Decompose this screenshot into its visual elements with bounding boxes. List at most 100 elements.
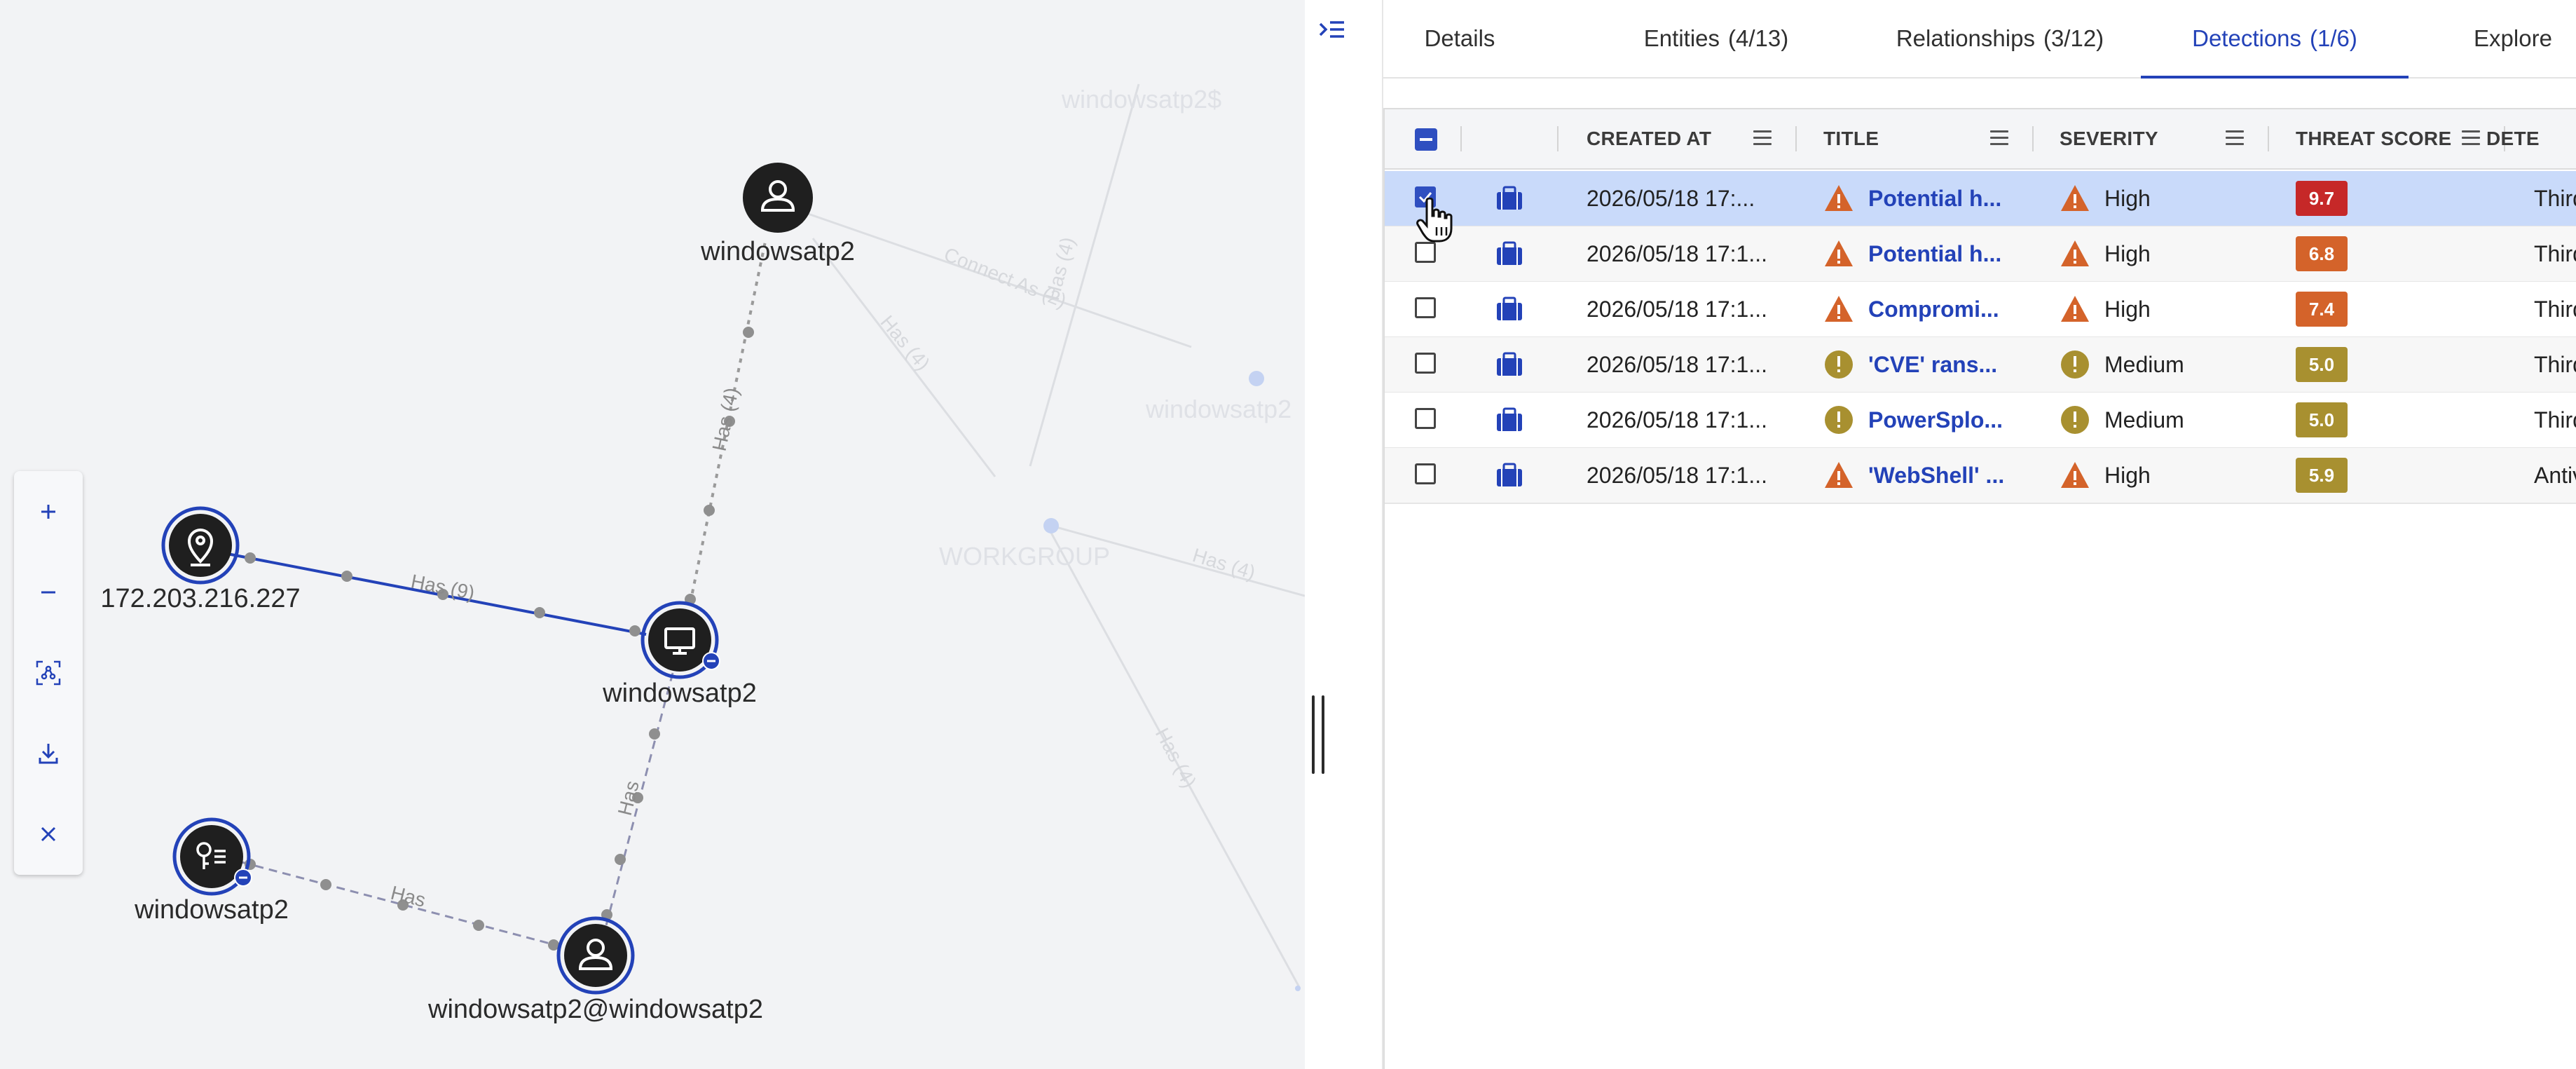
- zoom-out-icon: [41, 591, 55, 594]
- case-cell[interactable]: [1495, 171, 1523, 226]
- title-cell: 'CVE' rans...: [1823, 337, 1997, 392]
- edge-point: [473, 920, 484, 931]
- table-row[interactable]: 2026/05/18 17:1... 'WebShell' ... High 5.9 A…: [1385, 448, 2576, 504]
- table-row[interactable]: 2026/05/18 17:1... Potential h... High 6.8 T…: [1385, 226, 2576, 282]
- tab-label: Entities: [1643, 25, 1720, 51]
- node-label: windowsatp2: [134, 895, 289, 925]
- case-cell[interactable]: [1495, 393, 1523, 447]
- column-header-severity[interactable]: SEVERITY: [2060, 109, 2158, 168]
- tab-details[interactable]: Details: [1383, 0, 1536, 77]
- threat-score-badge: 5.9: [2296, 458, 2348, 493]
- warning-triangle-icon: [2061, 462, 2089, 488]
- exclamation-circle-icon: [1825, 406, 1853, 434]
- detection-title-link[interactable]: 'WebShell' ...: [1868, 463, 2004, 489]
- severity-label: High: [2104, 296, 2151, 322]
- edge-point: [649, 728, 660, 740]
- tab-bar: Details Entities (4/13) Relationships (3/1…: [1383, 0, 2576, 79]
- faded-edge-label: Has (4): [1041, 235, 1079, 303]
- case-cell[interactable]: [1495, 448, 1523, 503]
- details-panel: Details Entities (4/13) Relationships (3/1…: [1382, 0, 2576, 1069]
- created-at-cell: 2026/05/18 17:1...: [1587, 351, 1767, 377]
- row-checkbox[interactable]: [1415, 353, 1436, 374]
- title-cell: PowerSplo...: [1823, 393, 2003, 447]
- severity-label: Medium: [2104, 407, 2184, 433]
- graph-node-user-top[interactable]: windowsatp2: [700, 163, 855, 266]
- tab-explore[interactable]: Explore: [2448, 0, 2576, 77]
- graph-canvas[interactable]: Connect As (2) Has (4) Has (4) Has (4) H…: [0, 0, 1305, 1069]
- row-checkbox[interactable]: [1415, 297, 1436, 318]
- briefcase-icon: [1497, 407, 1522, 431]
- title-cell: 'WebShell' ...: [1823, 448, 2004, 503]
- case-cell[interactable]: [1495, 337, 1523, 392]
- tab-count: (4/13): [1728, 25, 1789, 51]
- case-cell[interactable]: [1495, 282, 1523, 336]
- column-header-title[interactable]: TITLE: [1823, 109, 1879, 168]
- threat-score-cell: 9.7: [2296, 171, 2348, 226]
- title-cell: Potential h...: [1823, 171, 2001, 226]
- zoom-in-icon: [41, 504, 55, 519]
- graph-node-host[interactable]: windowsatp2: [602, 601, 757, 708]
- table-row[interactable]: 2026/05/18 17:1... 'CVE' rans... Medium 5.0…: [1385, 337, 2576, 393]
- case-cell[interactable]: [1495, 226, 1523, 281]
- row-checkbox[interactable]: [1415, 408, 1436, 429]
- exclamation-circle-icon: [2061, 350, 2089, 379]
- column-menu-icon[interactable]: [2226, 130, 2244, 146]
- severity-label: High: [2104, 462, 2151, 488]
- faded-node-dot: [1295, 986, 1301, 991]
- row-checkbox[interactable]: [1415, 242, 1436, 263]
- select-all-checkbox[interactable]: [1415, 128, 1437, 151]
- row-checkbox[interactable]: [1415, 463, 1436, 484]
- edge-point: [615, 854, 626, 865]
- warning-triangle-icon: [1825, 296, 1853, 322]
- table-row[interactable]: 2026/05/18 17:... Potential h... High 9.7 Th…: [1385, 171, 2576, 227]
- faded-node-dot: [1249, 371, 1264, 386]
- tab-label: Relationships: [1896, 25, 2035, 51]
- faded-node-label: windowsatp2$: [1061, 85, 1221, 114]
- graph-node-account[interactable]: windowsatp2@windowsatp2: [427, 916, 763, 1024]
- warning-triangle-icon: [2061, 185, 2089, 211]
- tab-relationships[interactable]: Relationships (3/12): [1874, 0, 2126, 77]
- zoom-in-button[interactable]: [14, 473, 83, 550]
- node-label: 172.203.216.227: [100, 584, 300, 613]
- column-menu-icon[interactable]: [1753, 130, 1772, 146]
- collapse-panel-icon[interactable]: [1317, 15, 1347, 45]
- table-row[interactable]: 2026/05/18 17:1... PowerSplo... Medium 5.0 T…: [1385, 393, 2576, 449]
- table-row[interactable]: 2026/05/18 17:1... Compromi... High 7.4 Thir…: [1385, 282, 2576, 338]
- tab-entities[interactable]: Entities (4/13): [1625, 0, 1807, 77]
- column-header-created-at[interactable]: CREATED AT: [1587, 109, 1711, 168]
- detection-source-cell: Third: [2534, 240, 2576, 266]
- detections-table: CREATED AT TITLE SEVERITY THREAT SCORE D…: [1383, 108, 2576, 1069]
- faded-edge-label: Has (4): [1151, 724, 1200, 791]
- detection-source-cell: Third: [2534, 351, 2576, 377]
- detection-title-link[interactable]: Compromi...: [1868, 297, 1999, 322]
- close-graph-button[interactable]: [14, 796, 83, 873]
- briefcase-icon: [1497, 186, 1522, 210]
- column-divider: [1795, 126, 1797, 151]
- detection-title-link[interactable]: 'CVE' rans...: [1868, 352, 1997, 378]
- edge-point: [341, 571, 352, 582]
- column-menu-icon[interactable]: [2462, 130, 2480, 146]
- edge-label: Has (4): [708, 386, 743, 453]
- briefcase-icon: [1497, 463, 1522, 486]
- detection-title-link[interactable]: PowerSplo...: [1868, 407, 2003, 433]
- faded-edges: [777, 83, 1305, 989]
- detection-title-link[interactable]: Potential h...: [1868, 186, 2001, 212]
- edge-point: [534, 607, 545, 618]
- column-header-detection[interactable]: DETE: [2486, 109, 2540, 168]
- download-button[interactable]: [14, 715, 83, 792]
- column-header-threat-score[interactable]: THREAT SCORE: [2296, 109, 2451, 168]
- graph-svg[interactable]: Connect As (2) Has (4) Has (4) Has (4) H…: [0, 0, 1305, 1069]
- tab-detections[interactable]: Detections (1/6): [2141, 0, 2409, 79]
- edge-label: Has: [614, 779, 643, 818]
- column-menu-icon[interactable]: [1990, 130, 2008, 146]
- zoom-out-button[interactable]: [14, 554, 83, 631]
- fit-view-button[interactable]: [14, 634, 83, 711]
- detection-title-link[interactable]: Potential h...: [1868, 241, 2001, 267]
- edge-label: Has: [389, 882, 428, 911]
- briefcase-icon: [1497, 297, 1522, 320]
- resize-handle[interactable]: [1312, 695, 1324, 774]
- severity-cell: Medium: [2060, 337, 2184, 392]
- threat-score-badge: 9.7: [2296, 181, 2348, 216]
- graph-node-key[interactable]: windowsatp2: [134, 817, 289, 925]
- edge-point: [743, 327, 754, 338]
